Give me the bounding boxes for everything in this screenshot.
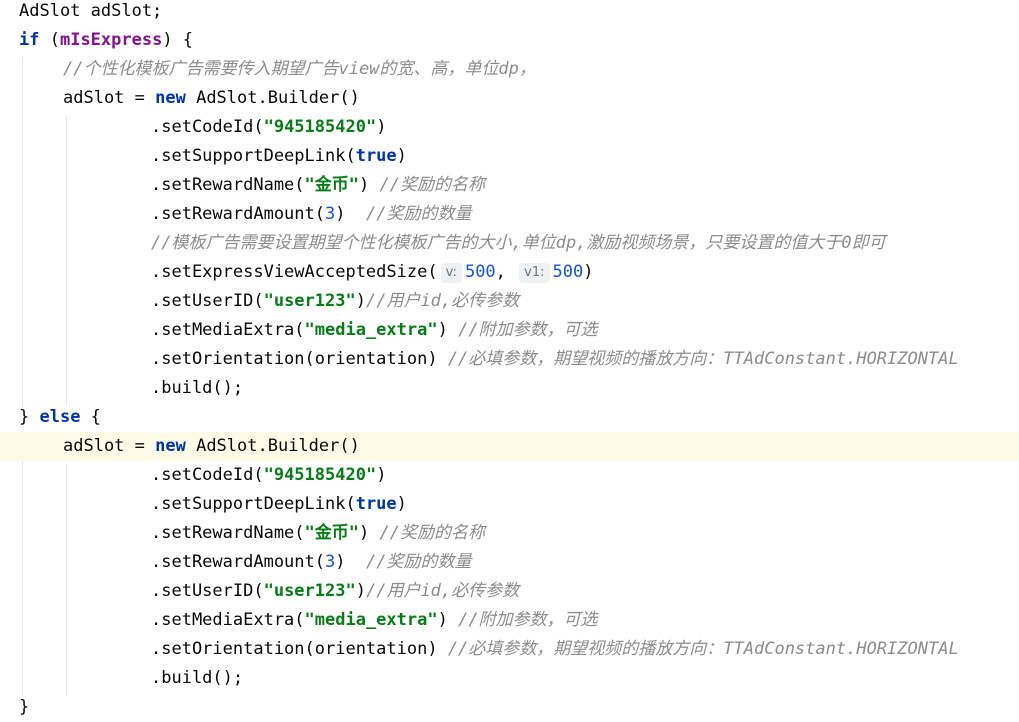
code-line[interactable]: .setSupportDeepLink(true) <box>0 142 1019 171</box>
code-line[interactable]: .setRewardAmount(3) //奖励的数量 <box>0 200 1019 229</box>
code-line[interactable]: .setUserID("user123")//用户id,必传参数 <box>0 577 1019 606</box>
code-keyword: new <box>155 88 186 108</box>
code-comment: //附加参数，可选 <box>458 320 598 340</box>
code-token: .setCodeId( <box>151 117 264 137</box>
code-token: .setUserID( <box>151 291 264 311</box>
code-line[interactable]: .setRewardAmount(3) //奖励的数量 <box>0 548 1019 577</box>
code-token: .setOrientation(orientation) <box>151 349 448 369</box>
code-line[interactable]: if (mIsExpress) { <box>0 26 1019 55</box>
code-keyword: if <box>19 30 40 50</box>
code-token: ) <box>396 146 407 166</box>
code-token: ) <box>583 262 594 282</box>
code-string: "金币" <box>304 523 360 543</box>
code-line[interactable]: .setRewardName("金币") //奖励的名称 <box>0 171 1019 200</box>
code-line[interactable]: .setUserID("user123")//用户id,必传参数 <box>0 287 1019 316</box>
code-line[interactable]: .build(); <box>0 374 1019 403</box>
code-line[interactable]: .setExpressViewAcceptedSize(v: 500, v1: 50… <box>0 258 1019 287</box>
code-keyword: true <box>355 146 397 166</box>
code-comment: //个性化模板广告需要传入期望广告view的宽、高，单位dp， <box>63 59 536 79</box>
code-token: .setOrientation(orientation) <box>151 639 448 659</box>
code-number: 3 <box>325 204 336 224</box>
code-token: ) <box>355 581 366 601</box>
code-string: "user123" <box>263 581 356 601</box>
code-token: AdSlot adSlot; <box>19 1 163 21</box>
code-line[interactable]: .setCodeId("945185420") <box>0 461 1019 490</box>
code-token: ) <box>335 204 366 224</box>
code-token: } <box>19 407 40 427</box>
code-token: ) <box>335 552 366 572</box>
code-comment: //用户id,必传参数 <box>365 581 520 601</box>
code-keyword: new <box>155 436 186 456</box>
code-string: "media_extra" <box>304 610 438 630</box>
code-token: .setSupportDeepLink( <box>151 494 356 514</box>
code-line[interactable]: .setRewardName("金币") //奖励的名称 <box>0 519 1019 548</box>
code-token: ) <box>437 610 459 630</box>
code-comment: //奖励的名称 <box>379 175 485 195</box>
code-line[interactable]: .setMediaExtra("media_extra") //附加参数，可选 <box>0 316 1019 345</box>
code-line-current[interactable]: adSlot = new AdSlot.Builder() <box>0 432 1019 461</box>
code-token: adSlot = <box>63 436 156 456</box>
code-line[interactable]: adSlot = new AdSlot.Builder() <box>0 84 1019 113</box>
code-string: "945185420" <box>263 117 377 137</box>
code-line[interactable]: .setOrientation(orientation) //必填参数，期望视频… <box>0 635 1019 664</box>
code-token: .setRewardName( <box>151 175 305 195</box>
code-comment: //必填参数，期望视频的播放方向：TTAdConstant.HORIZONTAL <box>447 639 959 659</box>
code-token: ) <box>376 465 387 485</box>
code-token: .setMediaExtra( <box>151 610 305 630</box>
code-comment: //奖励的名称 <box>379 523 485 543</box>
code-token: ) <box>376 117 387 137</box>
code-line[interactable]: //个性化模板广告需要传入期望广告view的宽、高，单位dp， <box>0 55 1019 84</box>
code-line[interactable]: .setMediaExtra("media_extra") //附加参数，可选 <box>0 606 1019 635</box>
code-line[interactable]: .setSupportDeepLink(true) <box>0 490 1019 519</box>
code-token: AdSlot.Builder() <box>185 88 360 108</box>
code-token: .setRewardAmount( <box>151 552 325 572</box>
code-token: ) { <box>162 30 194 50</box>
code-token: .setMediaExtra( <box>151 320 305 340</box>
code-token: .setExpressViewAcceptedSize( <box>151 262 438 282</box>
code-line[interactable]: .setOrientation(orientation) //必填参数，期望视频… <box>0 345 1019 374</box>
code-number: 500 <box>464 262 496 282</box>
code-string: "media_extra" <box>304 320 438 340</box>
code-number: 3 <box>325 552 336 572</box>
code-token: AdSlot.Builder() <box>185 436 360 456</box>
code-token: .setCodeId( <box>151 465 264 485</box>
code-string: "user123" <box>263 291 356 311</box>
code-token: ) <box>359 175 380 195</box>
code-token: adSlot = <box>63 88 156 108</box>
code-token: .setRewardName( <box>151 523 305 543</box>
code-editor[interactable]: AdSlot adSlot; if (mIsExpress) { //个性化模板广告… <box>0 0 1019 718</box>
code-string: "金币" <box>304 175 360 195</box>
code-comment: //奖励的数量 <box>365 204 472 224</box>
parameter-hint: v1: <box>519 263 550 283</box>
code-line[interactable]: .build(); <box>0 664 1019 693</box>
code-token: ) <box>355 291 366 311</box>
code-keyword: else <box>39 407 81 427</box>
code-token: .setSupportDeepLink( <box>151 146 356 166</box>
code-comment: //模板广告需要设置期望个性化模板广告的大小,单位dp,激励视频场景，只要设置的… <box>151 233 886 253</box>
code-field: mIsExpress <box>59 30 163 50</box>
code-token: ) <box>437 320 459 340</box>
code-token: ) <box>359 523 380 543</box>
code-comment: //必填参数，期望视频的播放方向：TTAdConstant.HORIZONTAL <box>447 349 959 369</box>
code-token: .setRewardAmount( <box>151 204 325 224</box>
code-line[interactable]: AdSlot adSlot; <box>0 0 1019 26</box>
code-line[interactable]: .setCodeId("945185420") <box>0 113 1019 142</box>
code-token: .setUserID( <box>151 581 264 601</box>
code-keyword: true <box>355 494 397 514</box>
code-string: "945185420" <box>263 465 377 485</box>
code-line[interactable]: //模板广告需要设置期望个性化模板广告的大小,单位dp,激励视频场景，只要设置的… <box>0 229 1019 258</box>
code-comment: //奖励的数量 <box>365 552 472 572</box>
code-token: ) <box>396 494 407 514</box>
code-comment: //用户id,必传参数 <box>365 291 520 311</box>
code-token: ( <box>39 30 60 50</box>
parameter-hint: v: <box>440 263 462 283</box>
code-number: 500 <box>552 262 584 282</box>
code-line[interactable]: } else { <box>0 403 1019 432</box>
code-token: .build(); <box>151 668 244 688</box>
code-token: .build(); <box>151 378 244 398</box>
code-comment: //附加参数，可选 <box>458 610 598 630</box>
code-token: , <box>495 262 517 282</box>
code-token: { <box>80 407 101 427</box>
code-token: } <box>19 697 30 717</box>
